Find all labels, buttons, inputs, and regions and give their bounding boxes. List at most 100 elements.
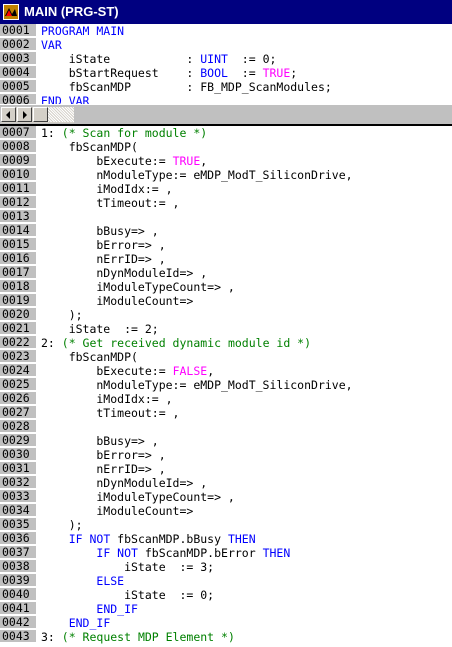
code-line[interactable]: 0007 1: (* Scan for module *) [0,126,452,140]
code-line[interactable]: 0035 ); [0,518,452,532]
program-pou-icon [3,4,19,20]
code-text[interactable]: iModuleTypeCount=> , [41,280,235,294]
code-text[interactable]: 1: (* Scan for module *) [41,126,207,140]
code-text[interactable]: bExecute:= TRUE, [41,154,207,168]
code-text[interactable]: bExecute:= FALSE, [41,364,214,378]
code-line[interactable]: 0040 iState := 0; [0,588,452,602]
line-number: 0015 [0,238,36,251]
code-text[interactable]: tTimeout:= , [41,196,179,210]
horizontal-scrollbar[interactable] [1,107,74,123]
code-text[interactable]: IF NOT fbScanMDP.bBusy THEN [41,532,256,546]
code-line[interactable]: 0012 tTimeout:= , [0,196,452,210]
code-line[interactable]: 0017 nDynModuleId=> , [0,266,452,280]
code-text[interactable]: iState := 2; [41,322,159,336]
code-text[interactable]: fbScanMDP : FB_MDP_ScanModules; [41,80,332,94]
code-body-editor[interactable]: 0007 1: (* Scan for module *) 0008 fbScanM… [0,126,452,647]
code-text[interactable]: ); [41,518,83,532]
code-line[interactable]: 0032 nDynModuleId=> , [0,476,452,490]
code-line[interactable]: 0008 fbScanMDP( [0,140,452,154]
code-line[interactable]: 0042 END_IF [0,616,452,630]
code-line[interactable]: 0025 nModuleType:= eMDP_ModT_SiliconDriv… [0,378,452,392]
code-line[interactable]: 0036 IF NOT fbScanMDP.bBusy THEN [0,532,452,546]
code-line[interactable]: 0018 iModuleTypeCount=> , [0,280,452,294]
code-line[interactable]: 0022 2: (* Get received dynamic module id… [0,336,452,350]
code-text[interactable]: END_IF [41,602,138,616]
code-line[interactable]: 0020 ); [0,308,452,322]
code-text[interactable]: fbScanMDP( [41,140,138,154]
code-text[interactable]: ); [41,308,83,322]
code-line[interactable]: 0038 iState := 3; [0,560,452,574]
code-line[interactable]: 0010 nModuleType:= eMDP_ModT_SiliconDriv… [0,168,452,182]
code-line[interactable]: 0024 bExecute:= FALSE, [0,364,452,378]
scroll-left-arrow-icon[interactable] [1,107,16,122]
code-text[interactable]: iModuleTypeCount=> , [41,490,235,504]
code-line[interactable]: 0029 bBusy=> , [0,434,452,448]
code-text[interactable]: iModIdx:= , [41,182,172,196]
code-text[interactable]: bError=> , [41,448,165,462]
scrollbar-track[interactable] [48,107,74,122]
code-line[interactable]: 0005 fbScanMDP : FB_MDP_ScanModules; [0,80,452,94]
scrollbar-thumb[interactable] [33,107,48,122]
code-line[interactable]: 0003 iState : UINT := 0; [0,52,452,66]
code-line[interactable]: 0014 bBusy=> , [0,224,452,238]
code-text[interactable]: bBusy=> , [41,434,158,448]
code-text[interactable]: nErrID=> , [41,252,165,266]
code-text[interactable]: nDynModuleId=> , [41,266,207,280]
code-line[interactable]: 0031 nErrID=> , [0,462,452,476]
code-text[interactable]: nDynModuleId=> , [41,476,207,490]
code-text[interactable]: iModuleCount=> [41,504,193,518]
code-text[interactable]: END_IF [41,616,111,630]
code-line[interactable]: 0023 fbScanMDP( [0,350,452,364]
code-line[interactable]: 0037 IF NOT fbScanMDP.bError THEN [0,546,452,560]
code-line[interactable]: 0041 END_IF [0,602,452,616]
literal-token: FALSE [172,364,208,378]
code-line[interactable]: 0016 nErrID=> , [0,252,452,266]
code-line[interactable]: 0026 iModIdx:= , [0,392,452,406]
code-line[interactable]: 0043 3: (* Request MDP Element *) [0,630,452,644]
line-number: 0040 [0,588,36,601]
code-line[interactable]: 0006 END_VAR [0,94,452,104]
window-title-bar[interactable]: MAIN (PRG-ST) [0,0,452,24]
code-line[interactable]: 0011 iModIdx:= , [0,182,452,196]
code-text[interactable]: iModuleCount=> [41,294,193,308]
code-line[interactable]: 0019 iModuleCount=> [0,294,452,308]
line-number: 0012 [0,196,36,209]
code-text[interactable]: 2: (* Get received dynamic module id *) [41,336,311,350]
code-text[interactable]: IF NOT fbScanMDP.bError THEN [41,546,290,560]
code-text[interactable]: iModIdx:= , [41,392,172,406]
code-text[interactable]: iState := 0; [41,588,214,602]
code-text[interactable]: iState : UINT := 0; [41,52,277,66]
code-line[interactable]: 0033 iModuleTypeCount=> , [0,490,452,504]
code-text[interactable]: END_VAR [41,94,89,104]
editor-splitter[interactable] [0,104,452,126]
code-text[interactable]: nModuleType:= eMDP_ModT_SiliconDrive, [41,168,352,182]
code-text[interactable]: bBusy=> , [41,224,158,238]
code-text[interactable]: PROGRAM MAIN [41,24,124,38]
code-line[interactable]: 0002 VAR [0,38,452,52]
keyword-token: END_IF [96,602,138,616]
code-line[interactable]: 0004 bStartRequest : BOOL := TRUE; [0,66,452,80]
code-line[interactable]: 0027 tTimeout:= , [0,406,452,420]
code-line[interactable]: 0009 bExecute:= TRUE, [0,154,452,168]
code-line[interactable]: 0030 bError=> , [0,448,452,462]
scroll-right-arrow-icon[interactable] [17,107,32,122]
line-number: 0005 [0,80,36,93]
code-line[interactable]: 0013 [0,210,452,224]
code-text[interactable]: nModuleType:= eMDP_ModT_SiliconDrive, [41,378,352,392]
code-line[interactable]: 0015 bError=> , [0,238,452,252]
code-text[interactable]: bStartRequest : BOOL := TRUE; [41,66,298,80]
declaration-editor[interactable]: 0001 PROGRAM MAIN 0002 VAR 0003 iState : UIN… [0,24,452,104]
code-line[interactable]: 0034 iModuleCount=> [0,504,452,518]
code-text[interactable]: iState := 3; [41,560,214,574]
code-line[interactable]: 0028 [0,420,452,434]
code-text[interactable]: fbScanMDP( [41,350,138,364]
code-text[interactable]: 3: (* Request MDP Element *) [41,630,235,644]
code-line[interactable]: 0039 ELSE [0,574,452,588]
code-text[interactable]: VAR [41,38,62,52]
code-text[interactable]: tTimeout:= , [41,406,179,420]
code-text[interactable]: bError=> , [41,238,165,252]
code-text[interactable]: ELSE [41,574,124,588]
code-line[interactable]: 0001 PROGRAM MAIN [0,24,452,38]
code-text[interactable]: nErrID=> , [41,462,165,476]
code-line[interactable]: 0021 iState := 2; [0,322,452,336]
